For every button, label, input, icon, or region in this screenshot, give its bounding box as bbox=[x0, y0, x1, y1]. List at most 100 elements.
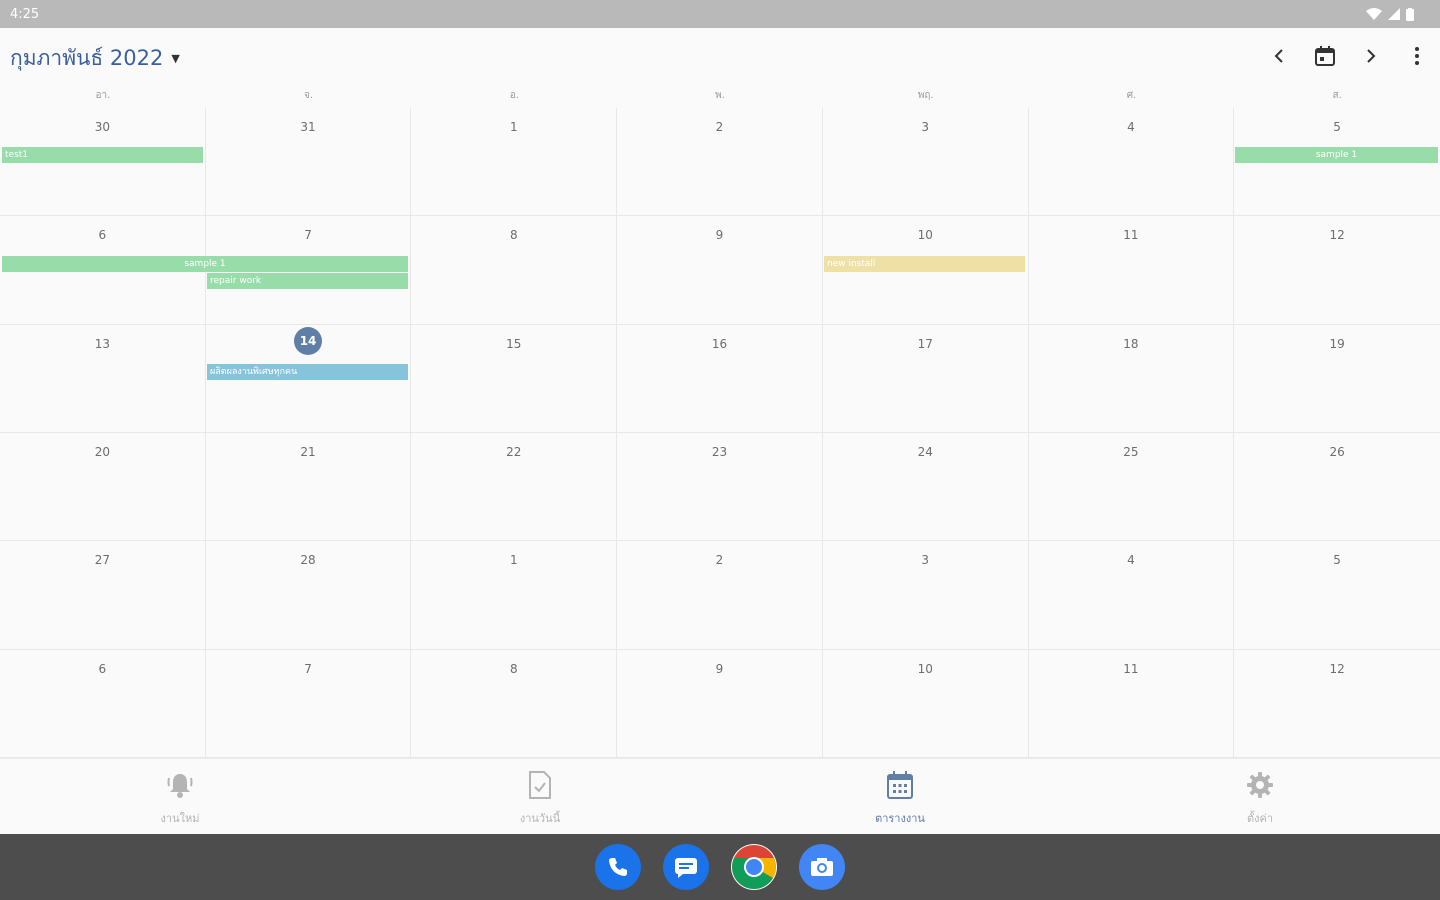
day-number: 15 bbox=[506, 336, 522, 351]
day-number: 5 bbox=[1333, 120, 1341, 134]
day-cell[interactable]: 27 bbox=[0, 541, 206, 650]
day-number: 5 bbox=[1333, 553, 1341, 568]
event-test1[interactable]: test1 bbox=[2, 147, 203, 163]
next-month-button[interactable] bbox=[1348, 33, 1394, 79]
day-number: 8 bbox=[509, 661, 518, 676]
more-options-button[interactable] bbox=[1394, 33, 1440, 79]
day-cell[interactable]: 11 bbox=[1028, 649, 1235, 758]
day-cell[interactable]: 26 bbox=[1234, 433, 1440, 542]
day-number: 11 bbox=[1123, 661, 1139, 676]
calendar-grid: 30 31 1 2 3 4 5 6 7 8 9 10 11 12 13 14 15 16 17 18 19 20 21 22 2… bbox=[0, 108, 1440, 758]
day-cell[interactable]: 23 bbox=[617, 433, 823, 542]
day-cell[interactable]: 12 bbox=[1234, 650, 1440, 758]
prev-month-button[interactable] bbox=[1256, 33, 1302, 79]
day-cell[interactable]: 22 bbox=[411, 433, 618, 542]
weekday-label: ส. bbox=[1332, 90, 1342, 101]
day-number: 19 bbox=[1329, 336, 1345, 351]
day-cell[interactable]: 1 bbox=[411, 541, 618, 650]
day-number: 6 bbox=[98, 228, 107, 243]
weekday-label: จ. bbox=[304, 90, 314, 101]
day-cell[interactable]: 9 bbox=[617, 216, 823, 325]
chrome-icon bbox=[732, 845, 776, 889]
month-title: กุมภาพันธ์ 2022 bbox=[10, 46, 164, 70]
day-cell[interactable]: 1 bbox=[411, 108, 618, 217]
weekday-label: พ. bbox=[715, 90, 725, 101]
day-cell[interactable]: 8 bbox=[411, 649, 618, 758]
day-cell[interactable]: 6 bbox=[0, 649, 206, 758]
day-cell[interactable]: 18 bbox=[1028, 324, 1235, 433]
today-button[interactable] bbox=[1302, 33, 1348, 79]
day-cell[interactable]: 3 bbox=[822, 541, 1029, 650]
day-number: 9 bbox=[715, 661, 724, 676]
day-cell[interactable]: 4 bbox=[1028, 108, 1235, 217]
day-number: 12 bbox=[1329, 228, 1345, 243]
event-sample-1-continued[interactable]: sample 1 bbox=[2, 256, 408, 272]
day-number: 28 bbox=[300, 553, 316, 568]
calendar-today-icon bbox=[1315, 46, 1335, 66]
nav-schedule[interactable]: ตารางงาน bbox=[720, 759, 1080, 834]
nav-new-jobs[interactable]: งานใหม่ bbox=[0, 759, 360, 834]
day-cell[interactable]: 12 bbox=[1234, 216, 1440, 325]
event-new-install[interactable]: new install bbox=[824, 256, 1025, 272]
document-check-icon bbox=[524, 769, 556, 801]
day-cell[interactable]: 8 bbox=[411, 216, 618, 325]
messages-app-icon[interactable] bbox=[663, 844, 709, 890]
weekday-label: อา. bbox=[95, 90, 111, 101]
day-number: 12 bbox=[1329, 661, 1345, 676]
day-cell[interactable]: 20 bbox=[0, 433, 206, 542]
nav-label: งานใหม่ bbox=[160, 812, 200, 825]
phone-app-icon[interactable] bbox=[595, 844, 641, 890]
day-number: 10 bbox=[917, 228, 933, 243]
message-icon bbox=[675, 858, 697, 878]
day-number: 13 bbox=[94, 336, 110, 351]
day-number: 4 bbox=[1127, 120, 1135, 134]
day-number: 11 bbox=[1123, 228, 1139, 243]
day-cell[interactable]: 28 bbox=[205, 541, 412, 650]
day-cell[interactable]: 9 bbox=[617, 649, 823, 758]
day-cell[interactable]: 24 bbox=[822, 433, 1029, 542]
day-cell[interactable]: 11 bbox=[1028, 216, 1235, 325]
day-cell[interactable]: 31 bbox=[205, 108, 412, 217]
day-cell[interactable]: 10 bbox=[822, 649, 1029, 758]
day-cell[interactable]: 17 bbox=[822, 324, 1029, 433]
phone-icon bbox=[609, 858, 627, 876]
day-cell[interactable]: 13 bbox=[0, 324, 206, 433]
day-number: 17 bbox=[917, 336, 933, 351]
day-number: 30 bbox=[94, 120, 110, 134]
day-number: 3 bbox=[921, 120, 930, 134]
day-cell[interactable]: 16 bbox=[617, 324, 823, 433]
event-promo[interactable]: ผลิตผลงานพิเศษทุกคน bbox=[207, 364, 408, 380]
bell-ring-icon bbox=[164, 769, 196, 801]
weekday-label: ศ. bbox=[1126, 90, 1137, 101]
status-time: 4:25 bbox=[10, 6, 40, 22]
nav-settings[interactable]: ตั้งค่า bbox=[1080, 759, 1440, 834]
camera-app-icon[interactable] bbox=[799, 844, 845, 890]
nav-label: งานวันนี้ bbox=[519, 812, 561, 825]
day-cell[interactable]: 5 bbox=[1234, 541, 1440, 650]
day-number: 25 bbox=[1123, 445, 1139, 459]
weekday-label: อ. bbox=[509, 90, 519, 101]
day-number: 4 bbox=[1127, 553, 1135, 568]
day-cell[interactable]: 2 bbox=[617, 108, 823, 217]
month-selector[interactable]: กุมภาพันธ์ 2022 ▼ bbox=[10, 42, 180, 75]
day-number: 2 bbox=[715, 553, 724, 568]
day-cell[interactable]: 4 bbox=[1028, 541, 1235, 650]
day-cell[interactable]: 25 bbox=[1028, 433, 1235, 542]
day-number: 21 bbox=[300, 445, 316, 459]
day-cell[interactable]: 3 bbox=[822, 108, 1029, 217]
nav-label: ตั้งค่า bbox=[1246, 812, 1274, 825]
day-cell[interactable]: 15 bbox=[411, 324, 618, 433]
day-cell[interactable]: 2 bbox=[617, 541, 823, 650]
status-bar: 4:25 bbox=[0, 0, 1440, 28]
event-sample-1[interactable]: sample 1 bbox=[1235, 147, 1438, 163]
day-cell[interactable]: 19 bbox=[1234, 325, 1440, 433]
day-number: 8 bbox=[509, 228, 518, 243]
system-dock bbox=[0, 834, 1440, 900]
chrome-app-icon[interactable] bbox=[731, 844, 777, 890]
day-number: 26 bbox=[1329, 445, 1345, 459]
chevron-right-icon bbox=[1367, 49, 1376, 63]
day-cell[interactable]: 7 bbox=[205, 649, 412, 758]
day-cell[interactable]: 21 bbox=[205, 433, 412, 542]
event-repair-work[interactable]: repair work bbox=[207, 273, 408, 289]
nav-today-jobs[interactable]: งานวันนี้ bbox=[360, 759, 720, 834]
